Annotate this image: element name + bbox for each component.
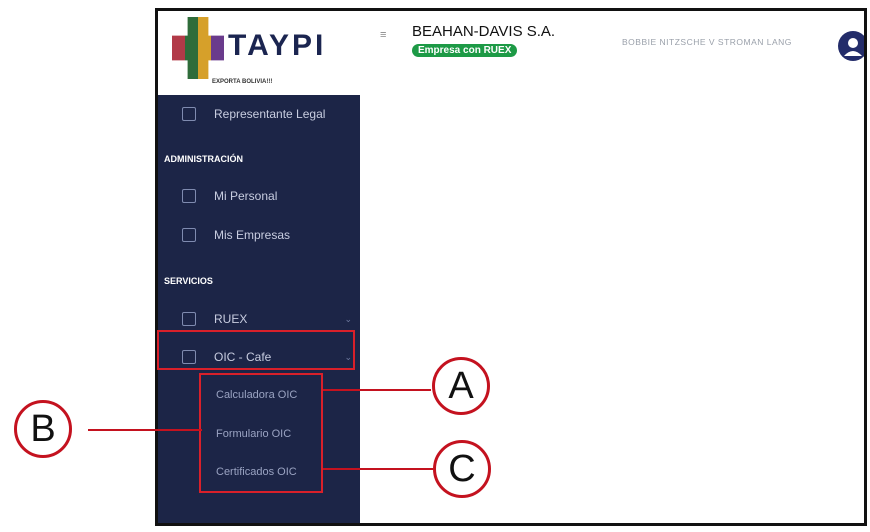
arrow-a: [323, 389, 431, 391]
sidebar-item-label: Mis Empresas: [214, 228, 291, 242]
highlight-oic-cafe: [157, 330, 355, 370]
clipboard-icon: [182, 312, 196, 326]
building-icon: [182, 228, 196, 242]
users-icon: [182, 189, 196, 203]
logo-mosaic-icon: [172, 17, 224, 79]
company-name: BEAHAN-DAVIS S.A.: [412, 23, 556, 40]
sidebar-item-label: Representante Legal: [214, 107, 326, 121]
callout-b: B: [14, 400, 72, 458]
callout-a: A: [432, 357, 490, 415]
top-header: ≡ BEAHAN-DAVIS S.A. Empresa con RUEX BOB…: [360, 11, 864, 81]
logo[interactable]: TAYPI EXPORTA BOLIVIA!!!: [158, 11, 360, 95]
status-badge: Empresa con RUEX: [412, 44, 518, 57]
user-avatar-icon[interactable]: [838, 31, 864, 61]
highlight-oic-submenu: [199, 373, 323, 493]
section-servicios: SERVICIOS: [164, 276, 213, 286]
sidebar-item-mis-empresas[interactable]: Mis Empresas: [158, 222, 360, 250]
callout-c: C: [433, 440, 491, 498]
sidebar-item-label: Mi Personal: [214, 189, 278, 203]
arrow-c: [323, 468, 433, 470]
arrow-b: [88, 429, 202, 431]
user-name[interactable]: BOBBIE NITZSCHE V STROMAN LANG: [622, 37, 792, 47]
sidebar-item-mi-personal[interactable]: Mi Personal: [158, 183, 360, 211]
menu-icon[interactable]: ≡: [380, 29, 390, 41]
logo-tagline: EXPORTA BOLIVIA!!!: [212, 79, 273, 85]
logo-text: TAYPI: [228, 29, 327, 62]
id-card-icon: [182, 107, 196, 121]
sidebar-item-label: RUEX: [214, 312, 248, 326]
sidebar-item-representante-legal[interactable]: Representante Legal: [158, 101, 360, 129]
section-administracion: ADMINISTRACIÓN: [164, 154, 243, 164]
chevron-down-icon: ⌄: [344, 314, 352, 324]
